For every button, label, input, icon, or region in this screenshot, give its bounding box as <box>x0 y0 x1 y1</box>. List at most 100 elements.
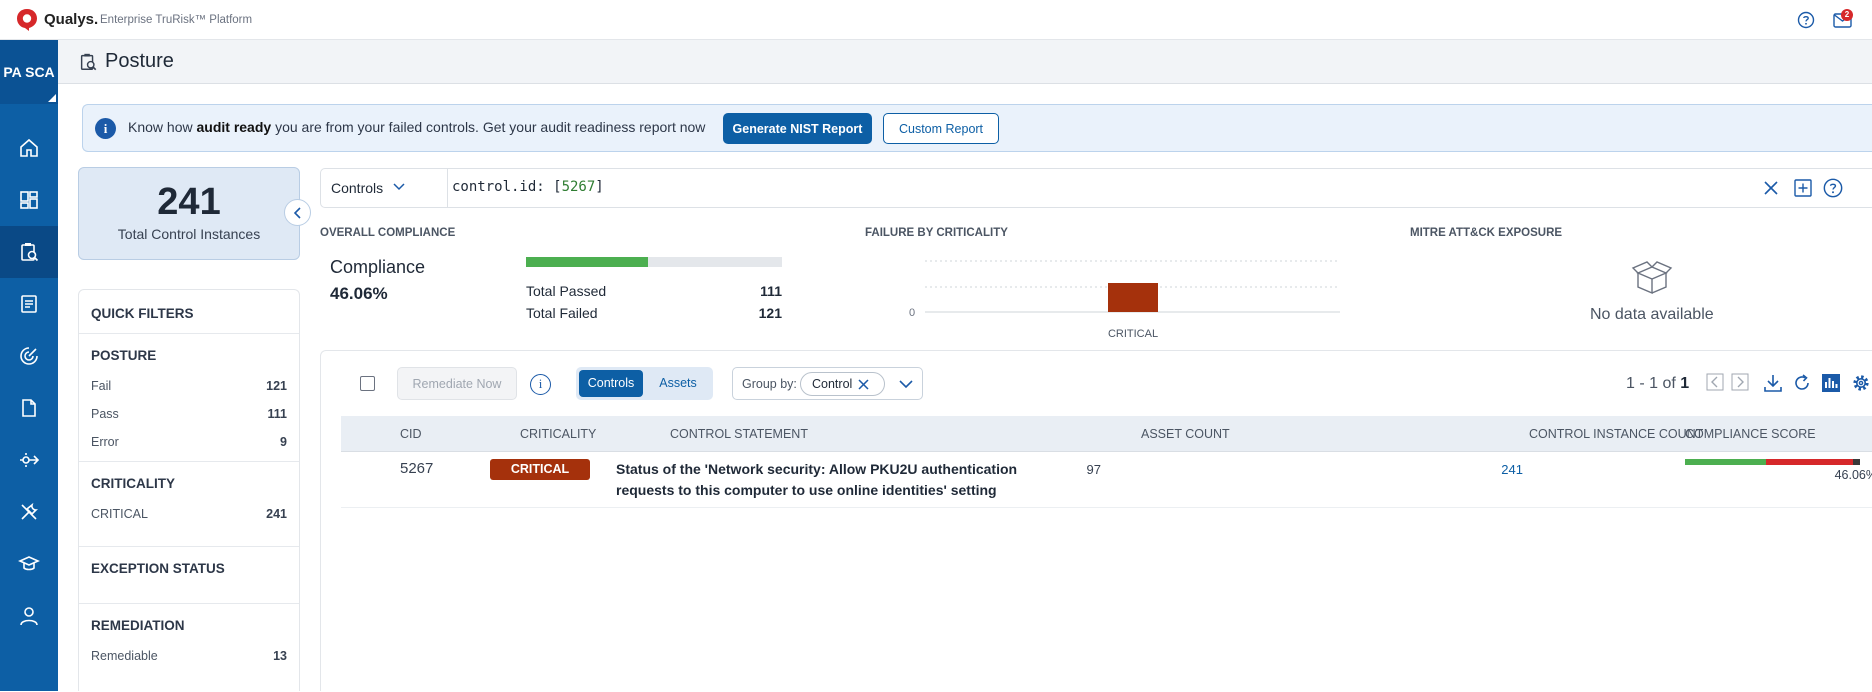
banner-text-prefix: Know how <box>128 119 193 135</box>
app-switcher[interactable]: PA SCA <box>0 40 58 104</box>
add-query-icon[interactable] <box>1793 178 1813 198</box>
posture-icon <box>80 53 97 71</box>
filter-group-exception-status[interactable]: EXCEPTION STATUS <box>79 547 299 604</box>
close-icon[interactable] <box>857 378 870 391</box>
y-tick-label: 0 <box>909 307 915 319</box>
refresh-icon[interactable] <box>1792 373 1812 393</box>
nav-posture[interactable] <box>0 226 58 278</box>
compliance-value: 46.06% <box>330 284 388 303</box>
total-control-instances-card[interactable]: 241 Total Control Instances <box>78 167 300 260</box>
group-by-chip: Control <box>800 372 885 396</box>
tab-assets[interactable]: Assets <box>646 370 710 397</box>
column-header-control-instance-count[interactable]: CONTROL INSTANCE COUNT <box>1529 427 1703 441</box>
quick-filters-panel: QUICK FILTERS POSTURE Fail 121 Pass 111 Er… <box>78 289 300 691</box>
filter-label: Remediable <box>91 649 158 663</box>
filter-count: 121 <box>266 379 287 393</box>
column-header-control-statement[interactable]: CONTROL STATEMENT <box>670 427 808 441</box>
chevron-left-icon <box>293 206 301 219</box>
nav-scans[interactable] <box>0 330 58 382</box>
chevron-down-icon[interactable] <box>899 380 913 389</box>
filter-group-title: EXCEPTION STATUS <box>91 561 225 576</box>
help-icon[interactable] <box>1797 11 1815 29</box>
nav-dashboard[interactable] <box>0 174 58 226</box>
connector-icon <box>20 453 40 467</box>
filter-group-criticality: CRITICALITY CRITICAL 241 <box>79 462 299 547</box>
filter-item-fail[interactable]: Fail 121 <box>91 372 287 400</box>
qualys-logo[interactable] <box>15 8 39 32</box>
cell-cid: 5267 <box>400 460 434 477</box>
total-failed-row: Total Failed 121 <box>526 305 782 321</box>
side-navigation: PA SCA <box>0 40 58 691</box>
nav-tools[interactable] <box>0 486 58 538</box>
chart-view-icon[interactable] <box>1821 373 1841 393</box>
home-icon <box>20 138 38 157</box>
failure-by-criticality-chart: CRITICAL 0 <box>909 260 1340 340</box>
filter-item-pass[interactable]: Pass 111 <box>91 400 287 428</box>
column-header-cid[interactable]: CID <box>400 427 422 441</box>
filter-label: Error <box>91 435 119 449</box>
mitre-exposure-title: MITRE ATT&CK EXPOSURE <box>1410 227 1563 239</box>
generate-nist-report-button[interactable]: Generate NIST Report <box>723 113 872 144</box>
collapse-panel-button[interactable] <box>284 199 311 226</box>
group-by-label: Group by: <box>742 377 797 391</box>
pagination-range: 1 - 1 of <box>1626 375 1676 392</box>
nav-connectors[interactable] <box>0 434 58 486</box>
results-panel: Remediate Now i Controls Assets Group by… <box>320 350 1872 691</box>
filter-count: 13 <box>273 649 287 663</box>
filter-item-error[interactable]: Error 9 <box>91 428 287 456</box>
search-input[interactable]: control.id: [5267] <box>452 179 604 195</box>
cell-control-statement[interactable]: Status of the 'Network security: Allow P… <box>616 459 1046 501</box>
filter-label: CRITICAL <box>91 507 148 521</box>
custom-report-button[interactable]: Custom Report <box>883 113 999 144</box>
criticality-badge: CRITICAL <box>490 459 590 480</box>
column-header-compliance-score[interactable]: COMPLIANCE SCORE <box>1685 427 1816 441</box>
filter-group-remediation: REMEDIATION Remediable 13 <box>79 604 299 692</box>
remediate-now-button[interactable]: Remediate Now <box>397 367 517 400</box>
posture-icon <box>21 243 39 262</box>
download-icon[interactable] <box>1763 373 1783 393</box>
nav-home[interactable] <box>0 122 58 174</box>
select-all-checkbox[interactable] <box>360 376 375 391</box>
nav-reports[interactable] <box>0 278 58 330</box>
info-icon[interactable]: i <box>530 374 551 395</box>
nav-policies[interactable] <box>0 382 58 434</box>
cell-asset-count: 97 <box>1086 462 1101 477</box>
app-switcher-corner-icon <box>48 94 56 102</box>
nav-training[interactable] <box>0 538 58 590</box>
filter-label: Pass <box>91 407 119 421</box>
cell-control-instance-count[interactable]: 241 <box>1403 462 1523 477</box>
radar-icon <box>20 347 38 365</box>
compliance-progress-fill <box>526 257 649 267</box>
x-tick-label: CRITICAL <box>1108 328 1158 340</box>
tab-controls[interactable]: Controls <box>579 370 643 397</box>
total-passed-value: 111 <box>760 283 782 299</box>
filter-group-title: POSTURE <box>91 348 157 363</box>
filter-item-remediable[interactable]: Remediable 13 <box>91 642 287 670</box>
settings-icon[interactable] <box>1851 373 1871 393</box>
group-by-select[interactable]: Group by: Control <box>732 367 923 400</box>
score-error-segment <box>1853 459 1860 465</box>
bar-critical[interactable] <box>1108 283 1158 312</box>
user-icon <box>20 607 38 626</box>
total-passed-label: Total Passed <box>526 283 607 299</box>
filter-item-critical[interactable]: CRITICAL 241 <box>91 500 287 528</box>
search-help-icon[interactable] <box>1823 178 1843 198</box>
column-header-criticality[interactable]: CRITICALITY <box>520 427 596 441</box>
search-scope-dropdown[interactable]: Controls <box>321 169 448 207</box>
info-icon: i <box>95 118 116 139</box>
brand-name: Qualys. <box>44 11 99 28</box>
cap-icon <box>18 556 40 571</box>
table-row[interactable]: 5267 CRITICAL Status of the 'Network sec… <box>341 452 1872 508</box>
nav-users[interactable] <box>0 590 58 642</box>
compliance-label: Compliance <box>330 257 426 277</box>
cell-compliance-score: 46.06% <box>1834 468 1872 482</box>
next-page-icon[interactable] <box>1731 373 1749 391</box>
total-failed-label: Total Failed <box>526 305 598 321</box>
query-close: ] <box>595 179 604 195</box>
clear-search-icon[interactable] <box>1762 179 1780 197</box>
prev-page-icon[interactable] <box>1706 373 1724 391</box>
tools-icon <box>21 502 38 520</box>
column-header-asset-count[interactable]: ASSET COUNT <box>1141 427 1230 441</box>
chevron-down-icon <box>393 183 405 191</box>
filter-group-posture: POSTURE Fail 121 Pass 111 Error 9 <box>79 334 299 462</box>
